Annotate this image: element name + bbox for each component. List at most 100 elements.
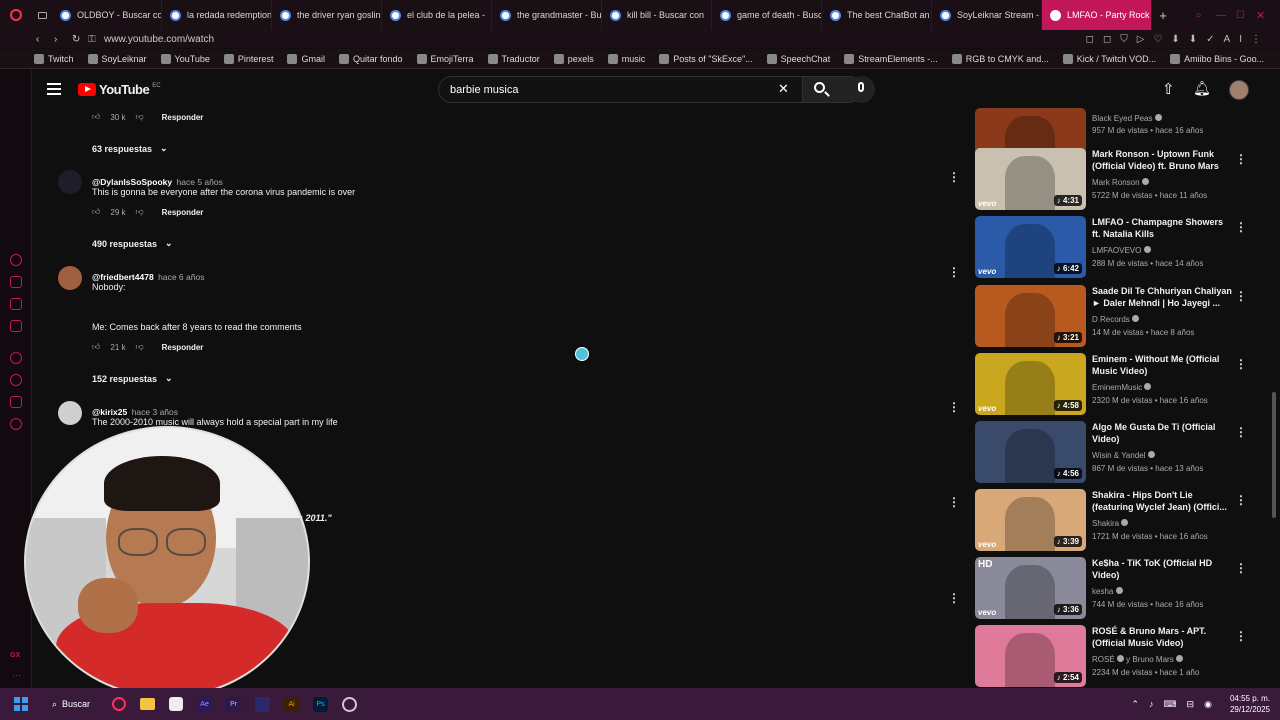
video-title[interactable]: Algo Me Gusta De Ti (Official Video) — [1092, 421, 1232, 445]
bookmark-item[interactable]: StreamElements -... — [844, 53, 938, 64]
reply-button[interactable]: Responder — [162, 113, 204, 122]
comment-time[interactable]: hace 6 años — [158, 272, 204, 282]
video-more-icon[interactable]: ⋮ — [1235, 220, 1247, 234]
sidebar-icon-5[interactable] — [10, 352, 22, 364]
bookmark-item[interactable]: YouTube — [160, 53, 210, 64]
video-thumbnail[interactable]: vevo ♪ 6:42 — [975, 216, 1086, 278]
bookmark-item[interactable]: SoyLeiknar — [87, 53, 147, 64]
bookmark-item[interactable]: Gmail — [287, 53, 325, 64]
taskbar-app-ai[interactable]: Ai — [284, 696, 300, 712]
tab-7[interactable]: The best ChatBot an — [822, 0, 932, 30]
site-info-icon[interactable]: ⚿ — [88, 34, 104, 45]
bookmark-item[interactable]: Twitch — [34, 53, 74, 64]
youtube-logo[interactable]: YouTube EC — [78, 82, 161, 97]
bookmark-item[interactable]: music — [607, 53, 645, 64]
account-avatar[interactable] — [1229, 80, 1249, 100]
video-title[interactable]: Saade Dil Te Chhuriyan Chaliyan ► Daler … — [1092, 285, 1232, 309]
tab-5[interactable]: kill bill - Buscar con — [602, 0, 712, 30]
tab-menu-icon[interactable] — [32, 0, 52, 30]
taskbar-app-3[interactable] — [169, 697, 184, 711]
like-icon[interactable]: 👍︎ — [92, 112, 100, 122]
video-more-icon[interactable]: ⋮ — [1235, 493, 1247, 507]
tab-1[interactable]: la redada redemption — [162, 0, 272, 30]
tab-0[interactable]: OLDBOY - Buscar co — [52, 0, 162, 30]
video-thumbnail[interactable]: vevo HD ♪ 3:36 — [975, 557, 1086, 619]
like-icon[interactable]: 👍︎ — [92, 207, 100, 217]
video-channel[interactable]: Shakira — [1092, 519, 1129, 528]
sidebar-gx-icon[interactable]: GX — [10, 652, 20, 659]
like-icon[interactable]: 👍︎ — [92, 342, 100, 352]
extensions-icons[interactable]: ◻◻⛉▷♡⬇⬇✓AI⋮ — [1086, 34, 1270, 45]
sidebar-icon-2[interactable] — [10, 276, 22, 288]
reload-icon[interactable]: ↻ — [72, 34, 88, 45]
sidebar-icon-6[interactable] — [10, 374, 22, 386]
tab-9[interactable]: LMFAO - Party Rock Anthe — [1042, 0, 1152, 30]
sidebar-icon-4[interactable] — [10, 320, 22, 332]
video-thumbnail[interactable]: ♪ 4:56 — [975, 421, 1086, 483]
video-card[interactable]: vevo ♪ 3:39 Shakira - Hips Don't Lie (feat… — [975, 489, 1247, 553]
taskbar-app-ps[interactable]: Ps — [313, 696, 329, 712]
bookmark-item[interactable]: EmojiTerra — [416, 53, 474, 64]
sidebar-more-icon[interactable]: ⋯ — [12, 670, 21, 681]
video-more-icon[interactable]: ⋮ — [1235, 629, 1247, 643]
clear-search-icon[interactable]: ✕ — [778, 81, 789, 97]
avatar[interactable] — [58, 170, 82, 194]
dislike-icon[interactable]: 👎︎ — [136, 342, 144, 352]
tab-6[interactable]: game of death - Busc — [712, 0, 822, 30]
view-replies-button[interactable]: 63 respuestas ⌄ — [92, 143, 168, 154]
tab-search-icon[interactable]: ⌕ — [1196, 10, 1216, 21]
upload-icon[interactable]: ⇧ — [1162, 80, 1175, 98]
tab-2[interactable]: the driver ryan goslin — [272, 0, 382, 30]
bookmark-item[interactable]: Traductor — [487, 53, 540, 64]
video-more-icon[interactable]: ⋮ — [1235, 289, 1247, 303]
video-more-icon[interactable]: ⋮ — [1235, 425, 1247, 439]
bookmark-item[interactable]: Pinterest — [223, 53, 273, 64]
avatar[interactable] — [58, 266, 82, 290]
comment-more-icon[interactable]: ⋮ — [948, 400, 960, 414]
comment-more-icon[interactable]: ⋮ — [948, 265, 960, 279]
avatar[interactable] — [58, 401, 82, 425]
comment-author[interactable]: @friedbert4478 — [92, 272, 154, 282]
sidebar-icon-7[interactable] — [10, 396, 22, 408]
bookmark-item[interactable]: Amiibo Bins - Goo... — [1170, 53, 1264, 64]
video-thumbnail[interactable]: vevo ♪ 4:31 — [975, 148, 1086, 210]
hamburger-menu-icon[interactable] — [47, 83, 61, 95]
taskbar-clock[interactable]: 04:55 p. m. 29/12/2025 — [1230, 693, 1270, 715]
sidebar-icon-3[interactable] — [10, 298, 22, 310]
reply-button[interactable]: Responder — [162, 343, 204, 352]
voice-search-button[interactable] — [848, 76, 875, 103]
taskbar-app-9[interactable] — [342, 696, 358, 712]
video-thumbnail[interactable]: vevo ♪ 3:39 — [975, 489, 1086, 551]
dislike-icon[interactable]: 👎︎ — [136, 207, 144, 217]
video-card[interactable]: ♪ 3:21 Saade Dil Te Chhuriyan Chaliyan ► … — [975, 285, 1247, 349]
video-thumbnail[interactable]: ♪ 2:54 — [975, 625, 1086, 687]
maximize-button[interactable]: ☐ — [1236, 10, 1256, 21]
browser-logo-icon[interactable] — [0, 0, 32, 30]
comment-time[interactable]: hace 5 años — [177, 177, 223, 187]
reply-button[interactable]: Responder — [162, 208, 204, 217]
video-channel[interactable]: Mark Ronson — [1092, 178, 1149, 187]
tab-4[interactable]: the grandmaster - Bu — [492, 0, 602, 30]
video-more-icon[interactable]: ⋮ — [1235, 357, 1247, 371]
page-scrollbar[interactable] — [1272, 392, 1276, 518]
video-more-icon[interactable]: ⋮ — [1235, 152, 1247, 166]
video-channel[interactable]: D Records — [1092, 315, 1140, 324]
taskbar-app-pr[interactable]: Pr — [226, 696, 242, 712]
video-channel[interactable]: ROSÉ y Bruno Mars — [1092, 655, 1183, 664]
comment-more-icon[interactable]: ⋮ — [948, 495, 960, 509]
video-channel[interactable]: EminemMusic — [1092, 383, 1152, 392]
video-card[interactable]: vevo ♪ 6:42 LMFAO - Champagne Showers ft. … — [975, 216, 1247, 280]
taskbar-app-opera[interactable] — [112, 697, 127, 711]
video-card[interactable]: vevo HD ♪ 3:36 Ke$ha - TiK ToK (Official HD… — [975, 557, 1247, 621]
tab-8[interactable]: SoyLeiknar Stream - — [932, 0, 1042, 30]
video-title[interactable]: Eminem - Without Me (Official Music Vide… — [1092, 353, 1232, 377]
taskbar-app-explorer[interactable] — [140, 698, 156, 710]
video-title[interactable]: Mark Ronson - Uptown Funk (Official Vide… — [1092, 148, 1232, 172]
url-field[interactable]: www.youtube.com/watch — [104, 34, 214, 45]
video-title[interactable]: LMFAO - Champagne Showers ft. Natalia Ki… — [1092, 216, 1232, 240]
view-replies-button[interactable]: 490 respuestas ⌄ — [92, 238, 173, 249]
comment-more-icon[interactable]: ⋮ — [948, 170, 960, 184]
bookmark-item[interactable]: RGB to CMYK and... — [951, 53, 1049, 64]
notifications-bell-icon[interactable]: 🔔︎ — [1193, 80, 1211, 97]
comment-more-icon[interactable]: ⋮ — [948, 591, 960, 605]
